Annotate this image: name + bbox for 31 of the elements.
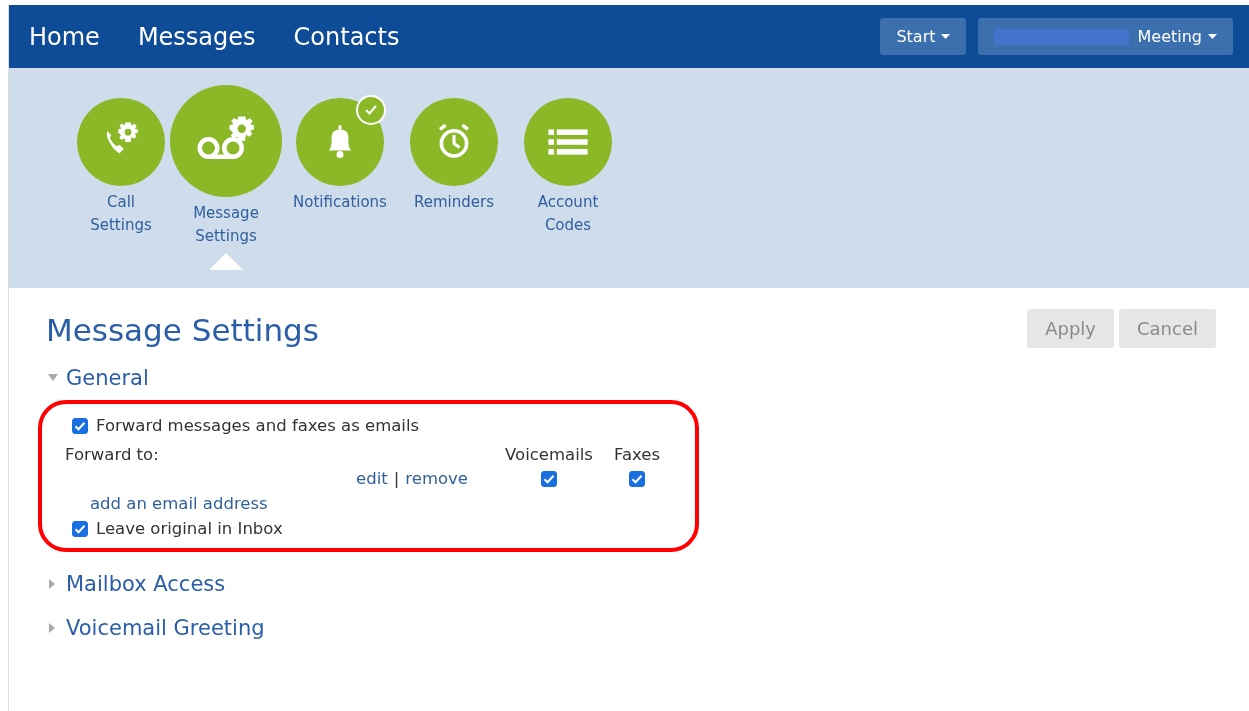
checkbox[interactable] (629, 470, 645, 487)
caret-icon (941, 34, 951, 39)
feature-label[interactable]: Message Settings (193, 202, 259, 248)
feature-label[interactable]: Reminders (414, 191, 494, 214)
caret-icon (48, 374, 58, 382)
page-title: Message Settings (46, 312, 319, 348)
section-header[interactable]: General (48, 366, 1216, 390)
checkbox[interactable] (72, 417, 88, 434)
nav-link[interactable]: Contacts (293, 22, 400, 51)
dropdown-button[interactable]: Meeting (978, 18, 1233, 55)
dropdown-button[interactable]: Start (880, 18, 967, 55)
section-header[interactable]: Voicemail Greeting (48, 616, 1216, 640)
feature-label[interactable]: Account Codes (537, 191, 599, 237)
feature-label[interactable]: Notifications (293, 191, 387, 214)
nav-link[interactable]: Messages (137, 22, 256, 51)
separator: | (393, 469, 400, 488)
add-email-link[interactable]: add an email address (90, 494, 268, 513)
caret-icon (1208, 34, 1217, 39)
checkbox-label: Forward messages and faxes as emails (96, 416, 420, 435)
column-header: Faxes (613, 445, 661, 464)
section-header[interactable]: Mailbox Access (48, 572, 1216, 596)
checkbox[interactable] (541, 470, 557, 487)
field-label: Forward to: (65, 445, 160, 464)
feature-label[interactable]: Call Settings (90, 191, 152, 237)
checkbox-label: Leave original in Inbox (96, 519, 283, 538)
selection-pointer (209, 253, 243, 270)
remove-link[interactable]: remove (405, 469, 468, 488)
column-header: Voicemails (504, 445, 594, 464)
edit-link[interactable]: edit (356, 469, 388, 488)
checkbox[interactable] (72, 520, 88, 537)
nav-link[interactable]: Home (29, 22, 100, 51)
